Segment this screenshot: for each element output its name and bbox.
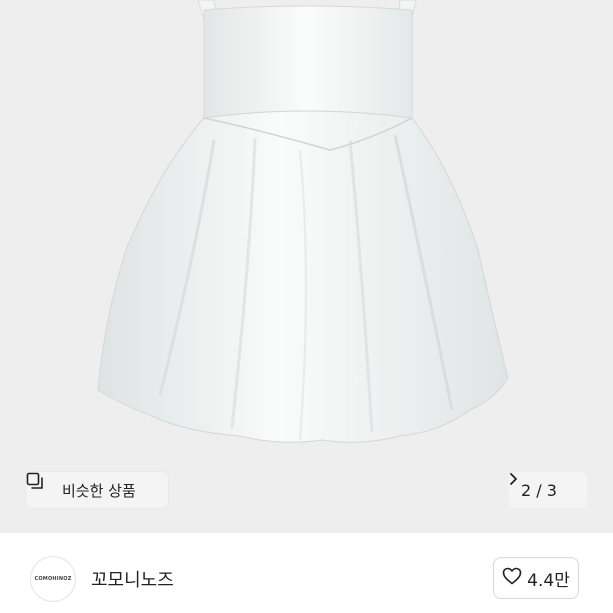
chevron-right-icon (510, 473, 575, 497)
similar-items-icon (26, 472, 56, 500)
seller-name[interactable]: 꼬모니노즈 (91, 566, 174, 592)
similar-items-button[interactable]: 비슷한 상품 (26, 472, 168, 508)
image-pager[interactable]: 2 / 3 (509, 472, 587, 508)
product-image-viewer[interactable]: 비슷한 상품 2 / 3 (0, 0, 613, 533)
seller-avatar[interactable]: COMOHINOZ (30, 556, 76, 602)
heart-outline-icon (502, 567, 522, 590)
like-count: 4.4만 (527, 570, 570, 591)
similar-items-label: 비슷한 상품 (62, 481, 136, 500)
pager-text: 2 / 3 (521, 480, 557, 500)
seller-bar: COMOHINOZ 꼬모니노즈 4.4만 (0, 533, 613, 613)
dress-photo (97, 0, 509, 443)
like-button[interactable]: 4.4만 (493, 557, 579, 599)
avatar-logo: COMOHINOZ (34, 576, 72, 582)
